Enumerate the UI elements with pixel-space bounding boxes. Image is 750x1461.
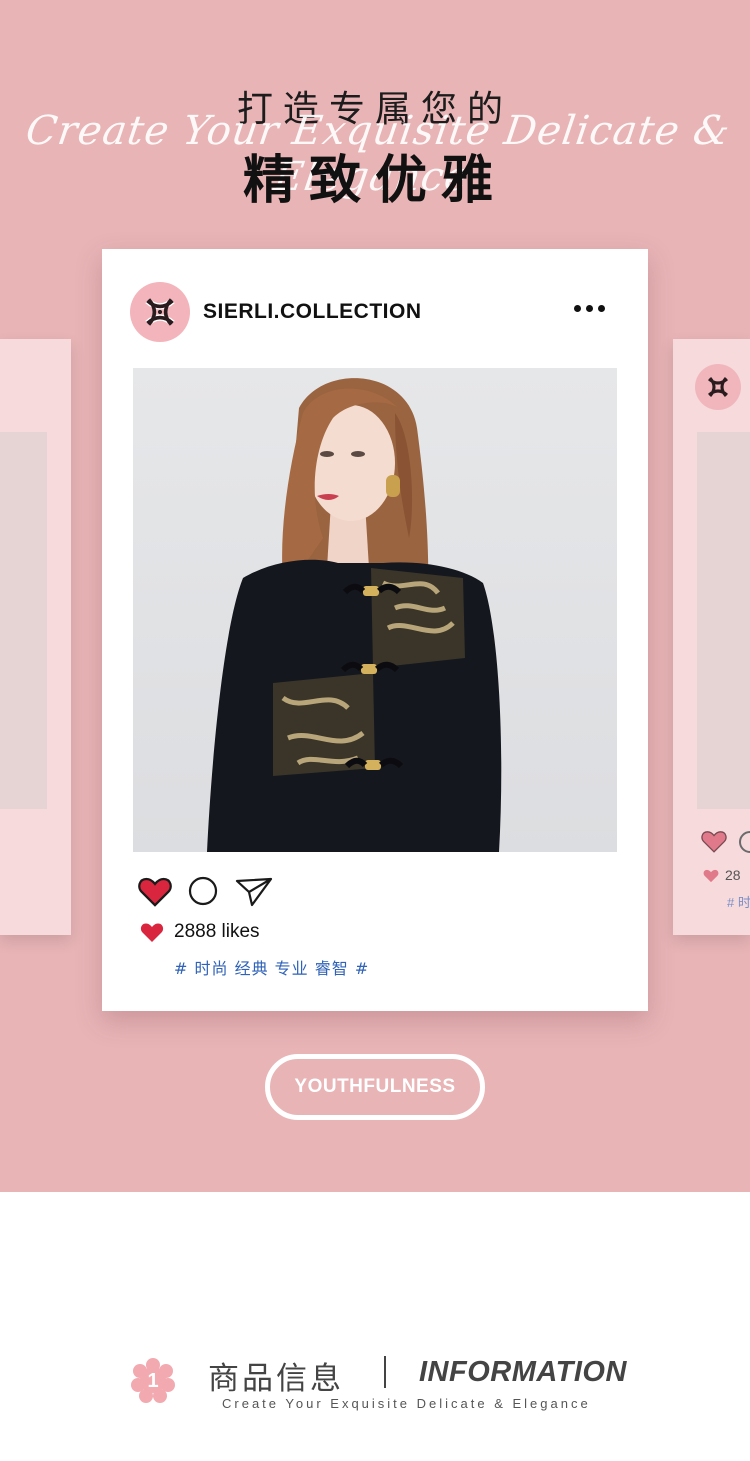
brand-monogram-icon bbox=[145, 298, 175, 326]
account-avatar[interactable] bbox=[130, 282, 190, 342]
flower-number-icon: 1 bbox=[131, 1358, 175, 1403]
info-title-en: INFORMATION bbox=[419, 1356, 627, 1388]
side-card-right: 28 # 时 bbox=[673, 339, 750, 935]
hero-banner: 打造专属您的 Create Your Exquisite Delicate & … bbox=[0, 0, 750, 1192]
comment-icon[interactable] bbox=[739, 831, 750, 853]
info-title-cn: 商品信息 bbox=[208, 1361, 344, 1397]
side-card-photo bbox=[697, 432, 750, 809]
like-heart-icon[interactable] bbox=[138, 875, 172, 907]
side-likes-row: 28 bbox=[703, 867, 741, 883]
comment-icon[interactable] bbox=[187, 875, 219, 907]
likes-count: 2888 likes bbox=[174, 921, 260, 942]
likes-row: 2888 likes bbox=[140, 921, 260, 943]
model-illustration bbox=[207, 378, 502, 852]
more-dots-icon[interactable] bbox=[574, 305, 605, 312]
share-send-icon[interactable] bbox=[234, 875, 274, 907]
post-card: SIERLI.COLLECTION 2888 likes # 时尚 经典 专业 … bbox=[102, 249, 648, 1011]
badge-label: YOUTHFULNESS bbox=[294, 1076, 456, 1097]
info-subtitle: Create Your Exquisite Delicate & Eleganc… bbox=[222, 1396, 591, 1411]
like-heart-icon[interactable] bbox=[701, 829, 727, 853]
side-card-left bbox=[0, 339, 71, 935]
brand-monogram-icon bbox=[708, 377, 728, 397]
heart-icon bbox=[703, 869, 719, 882]
heart-icon bbox=[140, 923, 164, 942]
side-tags-text: # 时 bbox=[727, 895, 750, 910]
hero-title-line2: 精致优雅 bbox=[242, 151, 507, 211]
account-name[interactable]: SIERLI.COLLECTION bbox=[203, 300, 422, 324]
youthfulness-badge[interactable]: YOUTHFULNESS bbox=[265, 1054, 485, 1120]
section-number: 1 bbox=[147, 1370, 158, 1392]
hashtags[interactable]: # 时尚 经典 专业 睿智 # bbox=[174, 955, 369, 979]
info-divider bbox=[384, 1356, 386, 1388]
side-likes-text: 28 bbox=[725, 867, 741, 883]
post-action-bar bbox=[138, 875, 274, 907]
side-card-photo bbox=[0, 432, 47, 809]
product-photo bbox=[133, 368, 617, 852]
side-card-avatar bbox=[695, 364, 741, 410]
